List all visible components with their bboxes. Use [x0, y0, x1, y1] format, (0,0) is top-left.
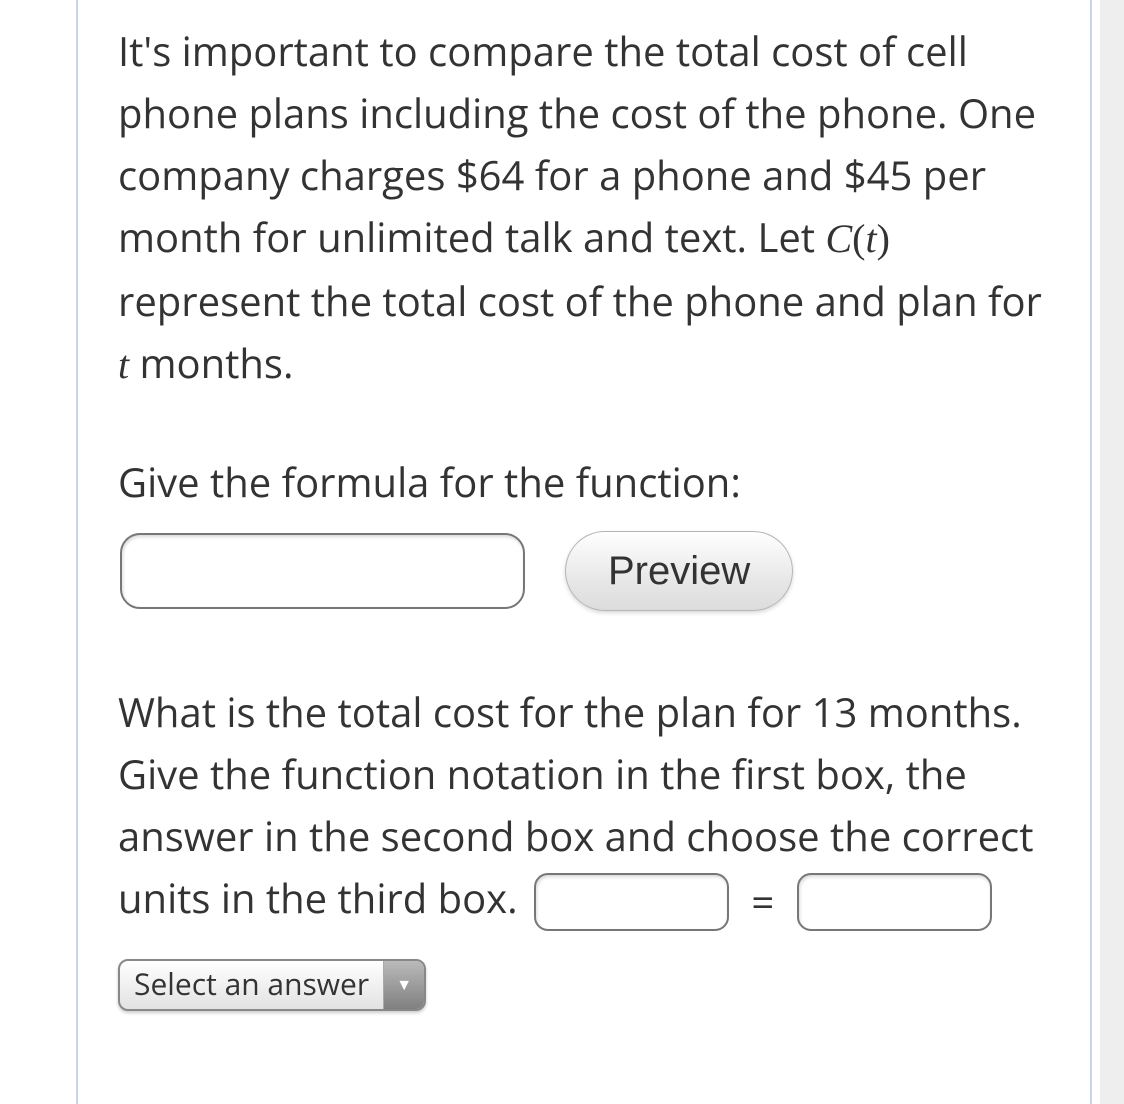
answer-input[interactable]: [797, 873, 992, 931]
question-text: It's important to compare the total cost…: [118, 20, 1050, 396]
units-select[interactable]: Select an answer ▼: [118, 959, 426, 1011]
function-symbol: C: [825, 216, 852, 261]
var-t: t: [118, 342, 129, 387]
chevron-down-icon: ▼: [384, 961, 424, 1009]
paren-open: (: [852, 216, 865, 261]
formula-input[interactable]: [120, 533, 525, 609]
mid-text: represent the total cost of the phone an…: [118, 273, 1042, 328]
formula-prompt: Give the formula for the function:: [118, 451, 1050, 513]
function-arg: t: [865, 216, 876, 261]
equals-symbol: =: [751, 874, 774, 929]
end-text: months.: [129, 335, 293, 390]
paren-close: ): [877, 216, 890, 261]
notation-input[interactable]: [534, 873, 729, 931]
select-placeholder: Select an answer: [120, 961, 384, 1009]
question-card: It's important to compare the total cost…: [76, 0, 1092, 1104]
formula-row: Preview: [118, 531, 1050, 611]
cost-prompt: What is the total cost for the plan for …: [118, 681, 1050, 1011]
preview-button[interactable]: Preview: [565, 531, 793, 611]
intro-text: It's important to compare the total cost…: [118, 23, 1036, 264]
